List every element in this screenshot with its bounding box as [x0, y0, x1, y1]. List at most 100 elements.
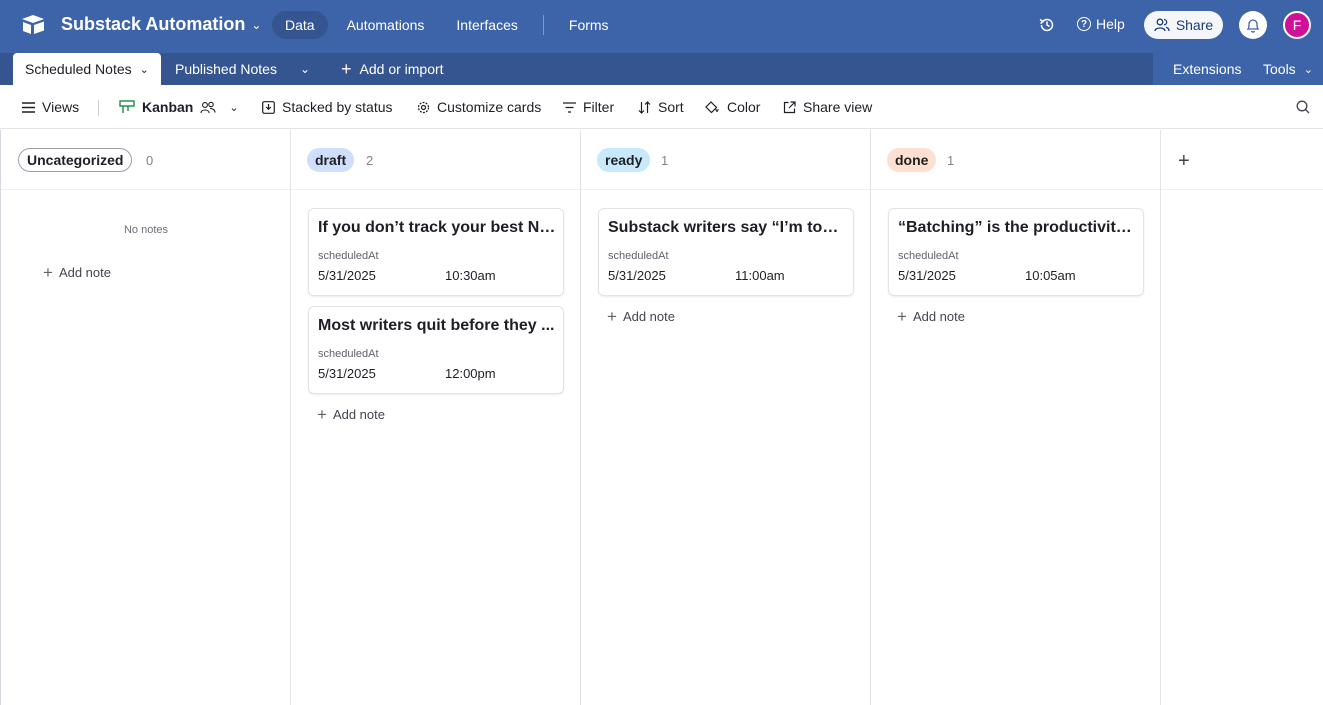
- status-badge[interactable]: done: [887, 148, 937, 172]
- customize-cards-button[interactable]: Customize cards: [417, 99, 541, 115]
- share-view-button[interactable]: Share view: [783, 99, 872, 115]
- sort-button[interactable]: Sort: [638, 99, 684, 115]
- filter-label: Filter: [583, 99, 615, 115]
- notifications-button[interactable]: [1239, 11, 1267, 39]
- column-header: ready 1: [581, 130, 870, 190]
- column-count: 1: [661, 153, 669, 168]
- history-icon[interactable]: [1038, 16, 1056, 34]
- extensions-button[interactable]: Extensions: [1173, 53, 1241, 85]
- question-icon: ?: [1077, 17, 1091, 31]
- status-badge[interactable]: ready: [597, 148, 651, 172]
- stacked-by-button[interactable]: Stacked by status: [262, 99, 393, 115]
- nav-automations[interactable]: Automations: [334, 11, 438, 39]
- help-label: Help: [1096, 16, 1125, 32]
- card-field-label: scheduledAt: [318, 250, 379, 262]
- card-time: 11:00am: [735, 268, 785, 283]
- add-stack-plus-icon[interactable]: +: [1178, 150, 1190, 173]
- column-header: Uncategorized 0: [1, 130, 290, 190]
- card-title: Most writers quit before they ...: [318, 317, 555, 334]
- filter-icon: [563, 101, 576, 113]
- table-tabs-strip: [0, 53, 1153, 85]
- stack-icon: [262, 100, 275, 114]
- view-toolbar: Views Kanban ⌄ Stacked by status Customi…: [0, 85, 1323, 129]
- chevron-down-icon[interactable]: ⌄: [140, 63, 149, 76]
- kanban-card[interactable]: Substack writers say “I’m too ... schedu…: [598, 208, 854, 296]
- tab-scheduled-notes[interactable]: Scheduled Notes ⌄: [13, 53, 161, 85]
- bell-icon: [1246, 19, 1260, 33]
- app-logo-icon[interactable]: [20, 13, 46, 37]
- add-note-button[interactable]: + Add note: [317, 406, 385, 423]
- card-title: Substack writers say “I’m too ...: [608, 219, 846, 236]
- share-button[interactable]: Share: [1144, 11, 1223, 39]
- card-date: 5/31/2025: [608, 268, 666, 283]
- menu-icon: [22, 101, 35, 113]
- card-date: 5/31/2025: [318, 268, 376, 283]
- share-view-label: Share view: [803, 99, 873, 115]
- share-label: Share: [1175, 17, 1214, 33]
- search-icon[interactable]: [1296, 100, 1310, 114]
- color-label: Color: [727, 99, 761, 115]
- chevron-down-icon: ⌄: [251, 17, 262, 32]
- card-field-label: scheduledAt: [898, 250, 959, 262]
- stacked-label: Stacked by status: [282, 99, 393, 115]
- collaborators-icon: [200, 101, 216, 113]
- nav-data[interactable]: Data: [272, 11, 328, 39]
- add-note-button[interactable]: + Add note: [897, 308, 965, 325]
- nav-divider: [542, 15, 544, 35]
- plus-icon: +: [43, 263, 53, 282]
- color-button[interactable]: Color: [705, 99, 760, 115]
- tools-button[interactable]: Tools ⌄: [1263, 53, 1313, 85]
- views-button[interactable]: Views: [22, 99, 79, 115]
- plus-icon: +: [341, 59, 352, 79]
- avatar[interactable]: F: [1283, 11, 1311, 39]
- status-badge[interactable]: draft: [307, 148, 355, 172]
- card-title: If you don’t track your best No...: [318, 219, 556, 236]
- gear-icon: [417, 101, 430, 113]
- card-field-label: scheduledAt: [318, 348, 379, 360]
- customize-label: Customize cards: [437, 99, 542, 115]
- add-note-label: Add note: [58, 265, 111, 280]
- sort-label: Sort: [658, 99, 684, 115]
- card-date: 5/31/2025: [318, 366, 376, 381]
- tools-label: Tools: [1263, 61, 1296, 77]
- table-tabs-bar: Scheduled Notes ⌄ Published Notes ⌄ + Ad…: [0, 53, 1323, 85]
- sort-icon: [638, 100, 651, 114]
- kanban-card[interactable]: Most writers quit before they ... schedu…: [308, 306, 564, 394]
- external-share-icon: [783, 100, 796, 113]
- kanban-card[interactable]: If you don’t track your best No... sched…: [308, 208, 564, 296]
- filter-button[interactable]: Filter: [563, 99, 614, 115]
- kanban-column-done: done 1 “Batching” is the productivity ..…: [871, 130, 1161, 705]
- plus-icon: +: [607, 307, 617, 326]
- kanban-icon: [119, 100, 135, 113]
- views-label: Views: [42, 99, 80, 115]
- kanban-card[interactable]: “Batching” is the productivity ... sched…: [888, 208, 1144, 296]
- nav-forms[interactable]: Forms: [556, 11, 622, 39]
- add-or-import-button[interactable]: + Add or import: [341, 53, 444, 85]
- view-name: Kanban: [142, 99, 194, 115]
- chevron-down-icon: ⌄: [229, 101, 239, 114]
- card-date: 5/31/2025: [898, 268, 956, 283]
- help-button[interactable]: ? Help: [1077, 16, 1125, 32]
- tab-published-notes[interactable]: Published Notes: [175, 53, 277, 85]
- tabs-more-chevron-icon[interactable]: ⌄: [300, 53, 310, 85]
- base-title-text: Substack Automation: [61, 14, 246, 34]
- toolbar-divider: [98, 100, 99, 116]
- add-note-button[interactable]: + Add note: [43, 264, 111, 281]
- column-count: 1: [947, 153, 955, 168]
- status-badge[interactable]: Uncategorized: [18, 148, 133, 172]
- column-header: draft 2: [291, 130, 580, 190]
- kanban-column-ready: ready 1 Substack writers say “I’m too ..…: [581, 130, 871, 705]
- tab-label: Scheduled Notes: [25, 61, 132, 77]
- base-title[interactable]: Substack Automation ⌄: [61, 14, 261, 35]
- empty-state-text: No notes: [123, 224, 169, 236]
- top-bar: Substack Automation ⌄ Data Automations I…: [0, 0, 1323, 53]
- view-switcher[interactable]: Kanban ⌄: [119, 99, 239, 115]
- plus-icon: +: [897, 307, 907, 326]
- users-icon: [1154, 18, 1170, 32]
- kanban-board: Uncategorized 0 No notes + Add note draf…: [0, 130, 1323, 705]
- kanban-column-draft: draft 2 If you don’t track your best No.…: [291, 130, 581, 705]
- add-note-button[interactable]: + Add note: [607, 308, 675, 325]
- nav-interfaces[interactable]: Interfaces: [443, 11, 530, 39]
- column-count: 2: [366, 153, 374, 168]
- card-field-label: scheduledAt: [608, 250, 669, 262]
